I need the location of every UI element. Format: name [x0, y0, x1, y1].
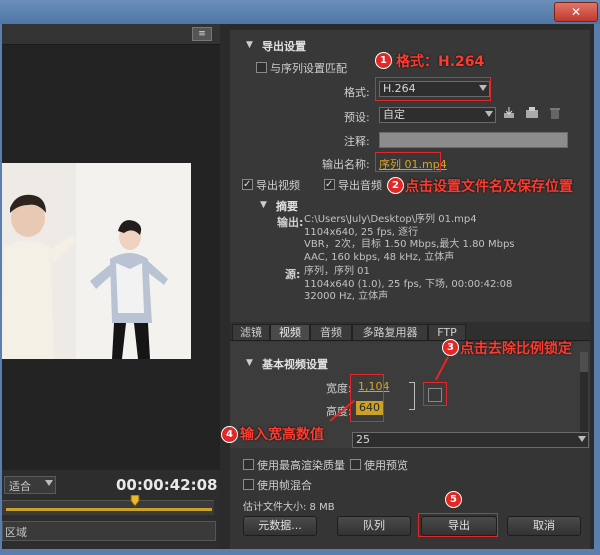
highlight-format: [375, 77, 491, 101]
summary-toggle-icon[interactable]: ▼: [260, 200, 267, 210]
annotation-badge-5: 5: [445, 491, 462, 508]
summary-output-line: VBR，2次，目标 1.50 Mbps,最大 1.80 Mbps: [304, 239, 515, 250]
timecode-display: 00:00:42:08: [116, 476, 218, 494]
annotation-badge-2: 2: [387, 177, 404, 194]
summary-output-text: C:\Users\July\Desktop\序列 01.mp4 1104x640,…: [304, 214, 515, 264]
tab-audio[interactable]: 音频: [310, 324, 352, 340]
tab-video[interactable]: 视频: [270, 324, 310, 340]
annotation-badge-4: 4: [221, 426, 238, 443]
preset-dropdown[interactable]: 自定: [379, 107, 496, 123]
playhead-icon[interactable]: [130, 495, 140, 507]
import-preset-icon[interactable]: [526, 107, 540, 119]
preview-frame-image: [2, 163, 191, 359]
preset-value: 自定: [383, 108, 405, 121]
summary-source-label: 源:: [285, 268, 301, 281]
export-audio-label: 导出音频: [338, 179, 382, 192]
fit-dropdown[interactable]: 适合: [4, 476, 56, 494]
cancel-button[interactable]: 取消: [507, 516, 581, 536]
aspect-link-bracket: [409, 382, 415, 410]
window-close-button[interactable]: ✕: [554, 2, 598, 22]
chevron-down-icon: [485, 111, 493, 117]
match-sequence-label: 与序列设置匹配: [270, 62, 347, 75]
title-bar: [0, 0, 600, 24]
comment-label: 注释:: [344, 135, 370, 148]
width-label: 宽度:: [326, 382, 352, 395]
panel-menu-icon[interactable]: ≡: [192, 27, 212, 41]
window-border-bottom: [0, 549, 600, 555]
frame-rate-value: 25: [356, 433, 370, 446]
video-preview: [2, 163, 191, 359]
frame-blending-checkbox[interactable]: [243, 479, 254, 490]
annotation-text-4: 输入宽高数值: [240, 427, 324, 443]
tab-filters[interactable]: 滤镜: [232, 324, 270, 340]
use-preview-label: 使用预览: [364, 459, 408, 472]
max-render-quality-checkbox[interactable]: [243, 459, 254, 470]
annotation-text-2: 点击设置文件名及保存位置: [405, 179, 573, 195]
preset-label: 预设:: [344, 111, 370, 124]
summary-source-text: 序列，序列 01 1104x640 (1.0), 25 fps, 下场, 00:0…: [304, 266, 512, 304]
summary-output-label: 输出:: [277, 216, 304, 229]
export-video-label: 导出视频: [256, 179, 300, 192]
window-border-right: [594, 24, 600, 555]
chevron-down-icon: [45, 480, 53, 486]
annotation-text-3: 点击去除比例锁定: [460, 341, 572, 357]
export-audio-checkbox[interactable]: [324, 179, 335, 190]
scrollbar-thumb[interactable]: [580, 352, 588, 372]
delete-preset-icon[interactable]: [550, 107, 560, 119]
chevron-down-icon: [578, 436, 586, 442]
annotation-text-1: 格式：H.264: [396, 54, 485, 70]
tab-multiplexer[interactable]: 多路复用器: [352, 324, 428, 340]
summary-title: 摘要: [276, 200, 298, 213]
output-name-label: 输出名称:: [322, 158, 370, 171]
annotation-badge-1: 1: [375, 52, 392, 69]
annotation-badge-3: 3: [442, 339, 459, 356]
basic-video-toggle-icon[interactable]: ▼: [246, 358, 253, 368]
frame-blending-label: 使用帧混合: [257, 479, 312, 492]
summary-output-line: 1104x640, 25 fps, 逐行: [304, 226, 419, 238]
summary-source-line: 1104x640 (1.0), 25 fps, 下场, 00:00:42:08: [304, 278, 513, 290]
export-video-checkbox[interactable]: [242, 179, 253, 190]
match-sequence-checkbox[interactable]: [256, 62, 267, 73]
save-preset-icon[interactable]: [503, 107, 515, 119]
basic-video-title: 基本视频设置: [262, 358, 328, 371]
source-range-dropdown[interactable]: 区域: [2, 521, 216, 541]
fit-value: 适合: [9, 480, 31, 493]
source-monitor-toolbar: [2, 24, 220, 45]
estimated-file-size: 估计文件大小: 8 MB: [243, 502, 335, 513]
use-preview-checkbox[interactable]: [350, 459, 361, 470]
timeline-range-bar: [6, 508, 212, 511]
region-value: 区域: [5, 526, 27, 539]
metadata-button[interactable]: 元数据...: [243, 516, 317, 536]
summary-source-line: 32000 Hz, 立体声: [304, 291, 389, 302]
highlight-dimensions: [350, 374, 384, 422]
highlight-export: [418, 513, 498, 537]
highlight-output-name: [375, 152, 441, 172]
frame-rate-dropdown[interactable]: 25: [352, 432, 589, 448]
collapse-triangle-icon[interactable]: ▼: [246, 40, 253, 50]
summary-output-line: AAC, 160 kbps, 48 kHz, 立体声: [304, 251, 455, 263]
summary-source-line: 序列，序列 01: [304, 266, 370, 277]
highlight-aspect-lock: [423, 382, 447, 406]
max-render-quality-label: 使用最高渲染质量: [257, 459, 345, 472]
export-settings-title: 导出设置: [262, 40, 306, 53]
summary-output-line: C:\Users\July\Desktop\序列 01.mp4: [304, 214, 477, 225]
format-label: 格式:: [344, 86, 370, 99]
queue-button[interactable]: 队列: [337, 516, 411, 536]
comment-input[interactable]: [379, 132, 568, 148]
